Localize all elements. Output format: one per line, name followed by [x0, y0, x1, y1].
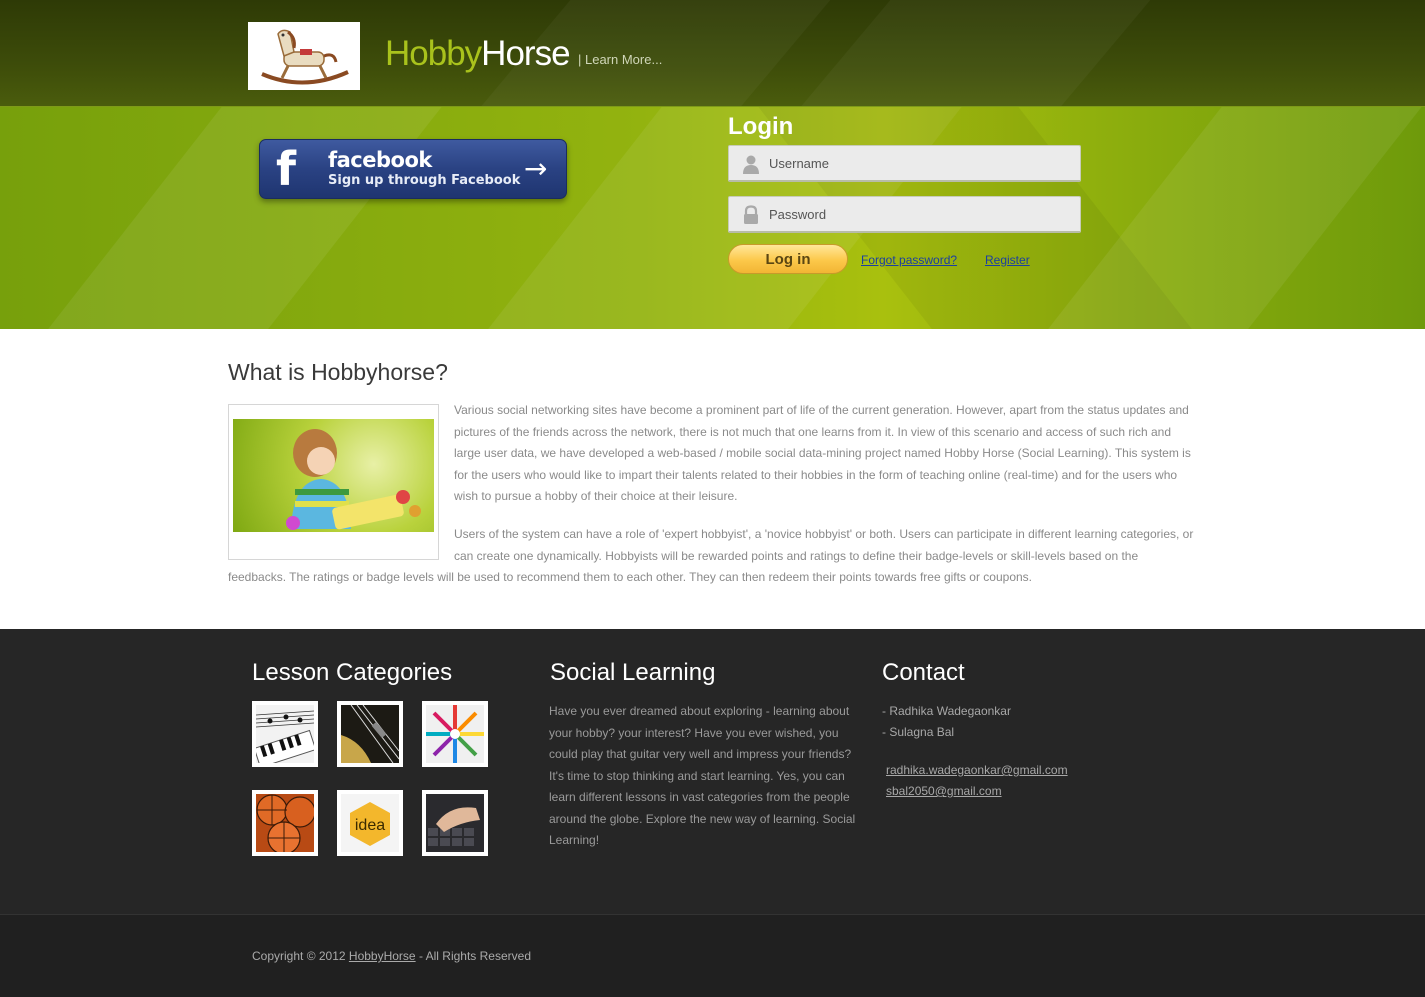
contact-name: - Radhika Wadegaonkar	[882, 704, 1011, 718]
child-playing-icon	[286, 429, 421, 530]
category-thumb-music[interactable]	[252, 701, 318, 767]
footer: Lesson Categories idea Social Learning H…	[0, 629, 1425, 914]
brand-name-part2: Horse	[481, 34, 570, 73]
forgot-password-link[interactable]: Forgot password?	[861, 253, 957, 267]
username-field[interactable]	[728, 145, 1081, 182]
about-image-frame	[228, 404, 439, 560]
music-icon	[256, 710, 314, 763]
about-paragraph-1: Various social networking sites have bec…	[454, 403, 1191, 503]
social-learning-paragraph-1: Have you ever dreamed about exploring - …	[549, 704, 852, 761]
lock-icon	[744, 205, 758, 224]
copyright-bar: Copyright © 2012 HobbyHorse - All Rights…	[0, 914, 1425, 997]
learn-more-link[interactable]: | Learn More...	[578, 52, 662, 67]
about-paragraph-2: Users of the system can have a role of '…	[454, 527, 1194, 563]
contact-email-link[interactable]: radhika.wadegaonkar@gmail.com	[886, 763, 1068, 777]
password-field[interactable]	[728, 196, 1081, 233]
idea-label: idea	[355, 817, 385, 834]
hero-section	[0, 107, 1425, 329]
facebook-icon: f	[276, 142, 297, 196]
social-learning-paragraph-2: It's time to stop thinking and start lea…	[549, 768, 856, 848]
copyright-brand-link[interactable]: HobbyHorse	[349, 949, 416, 963]
user-icon	[743, 155, 759, 174]
copyright-prefix: Copyright © 2012	[252, 949, 349, 963]
keyboard-icon	[428, 807, 480, 846]
contact-name: - Sulagna Bal	[882, 725, 955, 739]
guitar-icon	[341, 705, 399, 763]
facebook-title: facebook	[328, 148, 432, 172]
facebook-signup-button[interactable]: f facebook Sign up through Facebook →	[259, 139, 567, 199]
rocking-horse-icon	[261, 29, 349, 85]
register-link[interactable]: Register	[985, 253, 1030, 267]
facebook-subtitle: Sign up through Facebook	[328, 173, 521, 188]
login-title: Login	[728, 113, 794, 140]
rocking-horse-logo[interactable]	[248, 22, 360, 90]
copyright-suffix: - All Rights Reserved	[415, 949, 531, 963]
basketball-icon	[256, 794, 314, 852]
login-button[interactable]: Log in	[728, 244, 848, 274]
about-section: What is Hobbyhorse? Various social netwo…	[0, 329, 1425, 629]
contact-heading: Contact	[882, 659, 965, 686]
copyright-text: Copyright © 2012 HobbyHorse - All Rights…	[252, 949, 531, 963]
category-thumb-pencils[interactable]	[422, 701, 488, 767]
social-learning-heading: Social Learning	[550, 659, 716, 686]
header-decoration	[756, 0, 1184, 106]
about-heading: What is Hobbyhorse?	[228, 359, 448, 385]
category-thumb-keyboard[interactable]	[422, 790, 488, 856]
idea-icon: idea	[350, 802, 390, 846]
contact-email-link[interactable]: sbal2050@gmail.com	[886, 784, 1002, 798]
category-thumb-basketball[interactable]	[252, 790, 318, 856]
brand-name-part1: Hobby	[385, 34, 482, 73]
username-input[interactable]	[769, 146, 1069, 181]
arrow-right-icon: →	[524, 152, 548, 185]
child-playing-image	[233, 419, 434, 532]
category-thumb-idea[interactable]: idea	[337, 790, 403, 856]
lesson-categories-heading: Lesson Categories	[252, 659, 453, 686]
social-learning-text: Have you ever dreamed about exploring - …	[549, 701, 859, 852]
brand-name[interactable]: HobbyHorse	[385, 34, 571, 74]
site-header: HobbyHorse | Learn More...	[0, 0, 1425, 107]
pencils-icon	[426, 705, 484, 763]
category-thumb-guitar[interactable]	[337, 701, 403, 767]
about-paragraph-3: feedbacks. The ratings or badge levels w…	[228, 570, 1033, 584]
password-input[interactable]	[769, 197, 1069, 232]
